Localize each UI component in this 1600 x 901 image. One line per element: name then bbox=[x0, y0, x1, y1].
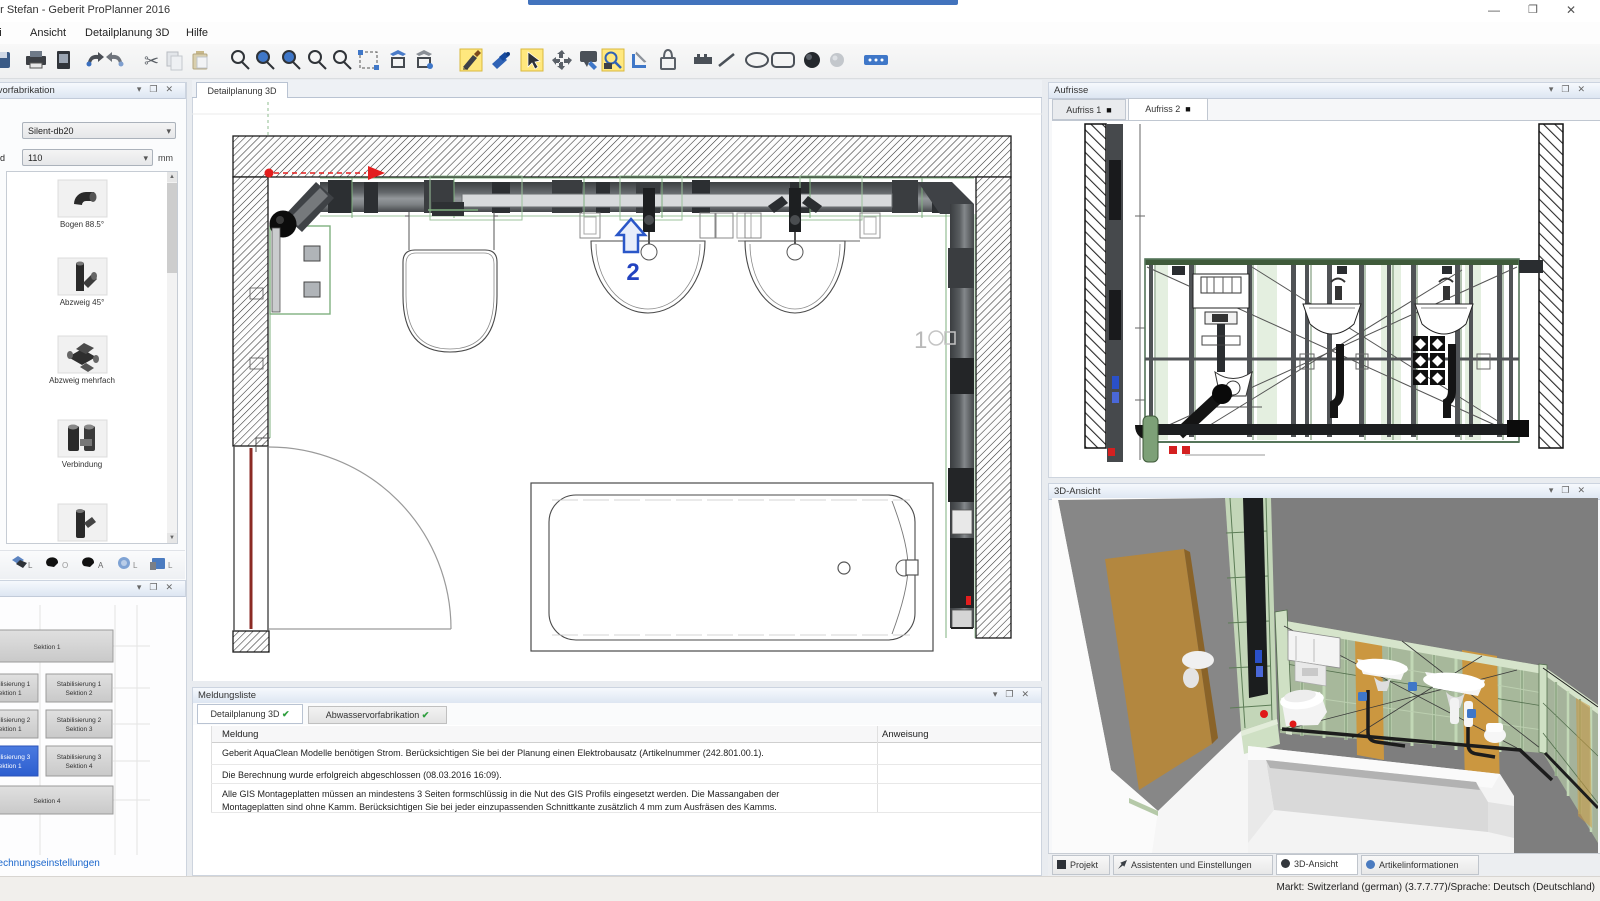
svg-text:Sektion 1: Sektion 1 bbox=[0, 726, 22, 733]
svg-text:L: L bbox=[168, 561, 173, 570]
svg-text:Sektion 2: Sektion 2 bbox=[65, 690, 92, 697]
svg-text:Stabilisierung 1: Stabilisierung 1 bbox=[57, 681, 102, 688]
svg-text:L: L bbox=[133, 561, 138, 570]
svg-text:A: A bbox=[98, 561, 104, 570]
svg-text:Stabilisierung 2: Stabilisierung 2 bbox=[57, 717, 102, 724]
svg-text:1: 1 bbox=[914, 327, 927, 354]
svg-text:Abzweig 45°: Abzweig 45° bbox=[60, 298, 105, 307]
svg-text:Stabilisierung 3: Stabilisierung 3 bbox=[0, 754, 31, 761]
svg-text:Stabilisierung 3: Stabilisierung 3 bbox=[57, 754, 102, 761]
svg-text:Stabilisierung 2: Stabilisierung 2 bbox=[0, 717, 31, 724]
svg-text:Sektion 1: Sektion 1 bbox=[0, 690, 22, 697]
svg-text:Bogen 88.5°: Bogen 88.5° bbox=[60, 220, 104, 229]
svg-text:Verbindung: Verbindung bbox=[62, 460, 102, 469]
svg-text:Abzweig mehrfach: Abzweig mehrfach bbox=[49, 376, 115, 385]
svg-text:✂: ✂ bbox=[144, 51, 159, 71]
svg-text:Sektion 4: Sektion 4 bbox=[33, 798, 60, 805]
svg-text:Sektion 4: Sektion 4 bbox=[65, 763, 92, 770]
svg-text:2: 2 bbox=[626, 259, 639, 286]
svg-text:L: L bbox=[28, 561, 33, 570]
svg-text:Sektion 3: Sektion 3 bbox=[65, 726, 92, 733]
svg-text:Stabilisierung 1: Stabilisierung 1 bbox=[0, 681, 31, 688]
svg-text:O: O bbox=[62, 561, 68, 570]
svg-text:Sektion 1: Sektion 1 bbox=[33, 644, 60, 651]
svg-text:Sektion 1: Sektion 1 bbox=[0, 763, 22, 770]
